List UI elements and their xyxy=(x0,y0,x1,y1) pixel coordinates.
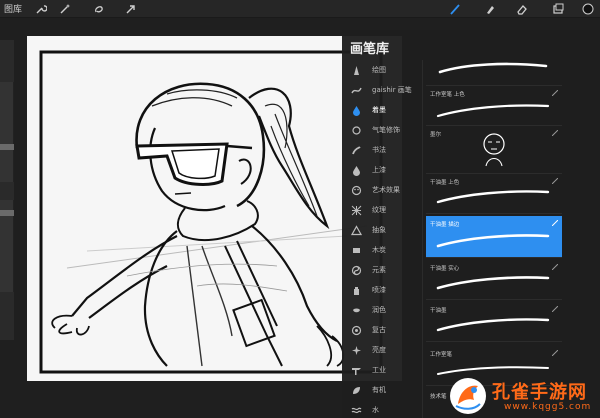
transform-arrow-icon[interactable] xyxy=(124,2,138,16)
retro-icon xyxy=(350,324,362,336)
brush-item[interactable] xyxy=(426,54,562,86)
brush-item-selected[interactable]: 干油墨 描边 xyxy=(426,216,562,258)
category-label: 有机 xyxy=(372,386,386,394)
magic-wand-icon[interactable] xyxy=(58,2,72,16)
category-item[interactable]: 喷漆 xyxy=(342,280,422,300)
category-item[interactable]: 有机 xyxy=(342,380,422,400)
category-item[interactable]: 元素 xyxy=(342,260,422,280)
category-label: 亮度 xyxy=(372,346,386,354)
brush-item[interactable]: 干油墨 实心 xyxy=(426,260,562,300)
brush-stroke-icon xyxy=(350,84,362,96)
brush-size-slider[interactable] xyxy=(0,82,14,182)
industrial-icon xyxy=(350,364,362,376)
watermark-url: www.kqgg5.com xyxy=(504,402,592,412)
category-label: 复古 xyxy=(372,326,386,334)
category-label: 元素 xyxy=(372,266,386,274)
layers-icon[interactable] xyxy=(551,2,565,16)
brush-edit-icon xyxy=(552,350,558,356)
brush-item[interactable]: 干油墨 上色 xyxy=(426,174,562,214)
category-label: 纹理 xyxy=(372,206,386,214)
color-swatch-icon[interactable] xyxy=(581,2,595,16)
category-item[interactable]: 上漆 xyxy=(342,160,422,180)
category-item[interactable]: 纹理 xyxy=(342,200,422,220)
category-item[interactable]: 工业 xyxy=(342,360,422,380)
charcoal-icon xyxy=(350,244,362,256)
category-label: 艺术效果 xyxy=(372,186,400,194)
spray-can-icon xyxy=(350,284,362,296)
category-item[interactable]: 复古 xyxy=(342,320,422,340)
category-label: 工业 xyxy=(372,366,386,374)
category-item-active[interactable]: 着墨 xyxy=(342,100,422,120)
brush-edit-icon xyxy=(552,306,558,312)
top-toolbar: 图库 xyxy=(0,0,600,18)
brush-item[interactable]: 工作室笔 上色 xyxy=(426,86,562,126)
category-label: 水 xyxy=(372,406,379,414)
peacock-logo-icon xyxy=(450,378,486,414)
brush-edit-icon xyxy=(552,130,558,136)
category-label: 喷漆 xyxy=(372,286,386,294)
category-item[interactable]: 绘图 xyxy=(342,60,422,80)
brush-edit-icon xyxy=(552,264,558,270)
wrench-icon[interactable] xyxy=(34,2,48,16)
palette-icon xyxy=(350,184,362,196)
category-label: gaishir 画笔 xyxy=(372,86,412,94)
brush-name: 技术笔 xyxy=(430,394,447,400)
brush-item[interactable]: 墨尔 xyxy=(426,126,562,174)
site-watermark: 孔雀手游网 www.kqgg5.com xyxy=(448,374,600,418)
left-sidebar xyxy=(0,40,14,340)
opacity-thumb[interactable] xyxy=(0,210,14,216)
category-item[interactable]: 亮度 xyxy=(342,340,422,360)
category-item[interactable]: 抽象 xyxy=(342,220,422,240)
brush-edit-icon xyxy=(552,220,558,226)
panel-title: 画笔库 xyxy=(350,42,390,57)
category-item[interactable]: 木炭 xyxy=(342,240,422,260)
category-label: 抽象 xyxy=(372,226,386,234)
category-label: 书法 xyxy=(372,146,386,154)
texture-grid-icon xyxy=(350,204,362,216)
watermark-title: 孔雀手游网 xyxy=(492,382,587,403)
category-item[interactable]: 气笔修饰 xyxy=(342,120,422,140)
leaf-icon xyxy=(350,384,362,396)
category-label: 绘图 xyxy=(372,66,386,74)
category-label: 木炭 xyxy=(372,246,386,254)
eraser-tool-icon[interactable] xyxy=(515,2,529,16)
opacity-slider[interactable] xyxy=(0,200,14,292)
category-item[interactable]: 书法 xyxy=(342,140,422,160)
calligraphy-icon xyxy=(350,144,362,156)
brush-list: 工作室笔 上色 墨尔 干油墨 上色 干油墨 描边 干油墨 实心 干油墨 工作室笔… xyxy=(426,30,598,418)
category-item[interactable]: gaishir 画笔 xyxy=(342,80,422,100)
selection-icon[interactable] xyxy=(92,2,106,16)
brush-tool-icon[interactable] xyxy=(448,2,462,16)
category-item[interactable]: 水 xyxy=(342,400,422,418)
panel-divider xyxy=(422,60,423,418)
gallery-button[interactable]: 图库 xyxy=(4,2,22,15)
category-label: 着墨 xyxy=(372,106,386,114)
category-label: 气笔修饰 xyxy=(372,126,400,134)
airbrush-icon xyxy=(350,124,362,136)
category-label: 润色 xyxy=(372,306,386,314)
ink-drop-icon xyxy=(350,104,362,116)
element-yin-icon xyxy=(350,264,362,276)
pencil-drawing-icon xyxy=(350,64,362,76)
category-item[interactable]: 艺术效果 xyxy=(342,180,422,200)
brush-edit-icon xyxy=(552,178,558,184)
brush-edit-icon xyxy=(552,90,558,96)
sparkle-icon xyxy=(350,344,362,356)
touchup-icon xyxy=(350,304,362,316)
triangle-icon xyxy=(350,224,362,236)
brush-item[interactable]: 干油墨 xyxy=(426,302,562,342)
smudge-tool-icon[interactable] xyxy=(483,2,497,16)
brush-library-panel: 画笔库 绘图 gaishir 画笔 着墨 气笔修饰 书法 上漆 艺术效果 纹理 … xyxy=(342,30,600,418)
category-item[interactable]: 润色 xyxy=(342,300,422,320)
paint-drop-icon xyxy=(350,164,362,176)
brush-size-thumb[interactable] xyxy=(0,144,14,150)
water-wave-icon xyxy=(350,404,362,416)
category-label: 上漆 xyxy=(372,166,386,174)
